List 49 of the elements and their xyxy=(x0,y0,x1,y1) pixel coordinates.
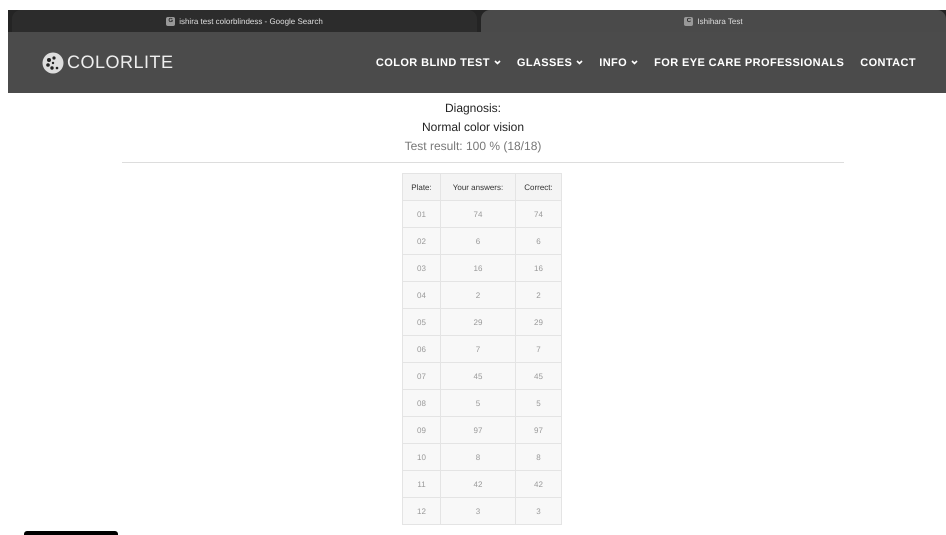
nav-link[interactable]: GLASSES xyxy=(516,56,584,68)
table-cell: 6 xyxy=(440,228,516,254)
table-cell: 09 xyxy=(402,416,440,444)
table-cell: 29 xyxy=(440,308,516,336)
table-cell: 42 xyxy=(516,470,562,498)
table-cell: 97 xyxy=(440,416,516,444)
table-cell: 12 xyxy=(402,498,440,524)
diagnosis-result: Normal color vision xyxy=(420,119,526,136)
table-cell: 8 xyxy=(440,444,516,470)
table-cell: 29 xyxy=(516,308,562,336)
column-header: Plate: xyxy=(402,174,440,200)
table-cell: 45 xyxy=(516,362,562,390)
nav-link[interactable]: INFO xyxy=(599,56,638,68)
table-cell: 3 xyxy=(516,498,562,524)
test-score: Test result: 100 % (18/18) xyxy=(404,138,542,155)
table-cell: 45 xyxy=(440,362,516,390)
table-cell: 74 xyxy=(516,200,562,228)
table-cell: 03 xyxy=(402,254,440,282)
table-cell: 2 xyxy=(516,282,562,308)
table-cell: 02 xyxy=(402,228,440,254)
nav-link[interactable]: CONTACT xyxy=(860,56,916,68)
table-cell: 04 xyxy=(402,282,440,308)
table-cell: 7 xyxy=(440,336,516,362)
column-header: Correct: xyxy=(516,174,562,200)
table-cell: 74 xyxy=(440,200,516,228)
table-cell: 5 xyxy=(440,390,516,416)
table-cell: 01 xyxy=(402,200,440,228)
nav-link[interactable]: FOR EYE CARE PROFESSIONALS xyxy=(654,56,844,68)
table-cell: 16 xyxy=(440,254,516,282)
table-cell: 06 xyxy=(402,336,440,362)
table-cell: 2 xyxy=(440,282,516,308)
table-cell: 10 xyxy=(402,444,440,470)
table-cell: 16 xyxy=(516,254,562,282)
table-cell: 7 xyxy=(516,336,562,362)
logo-text[interactable]: COLORLITE xyxy=(67,52,174,73)
table-cell: 42 xyxy=(440,470,516,498)
table-cell: 08 xyxy=(402,390,440,416)
table-cell: 05 xyxy=(402,308,440,336)
table-cell: 6 xyxy=(516,228,562,254)
table-cell: 8 xyxy=(516,444,562,470)
nav-link[interactable]: COLOR BLIND TEST xyxy=(376,56,501,68)
table-cell: 11 xyxy=(402,470,440,498)
table-cell: 3 xyxy=(440,498,516,524)
diagnosis-heading: Diagnosis: xyxy=(444,100,502,117)
table-cell: 5 xyxy=(516,390,562,416)
table-cell: 07 xyxy=(402,362,440,390)
logo-icon xyxy=(42,52,64,74)
table-cell: 97 xyxy=(516,416,562,444)
column-header: Your answers: xyxy=(440,174,516,200)
